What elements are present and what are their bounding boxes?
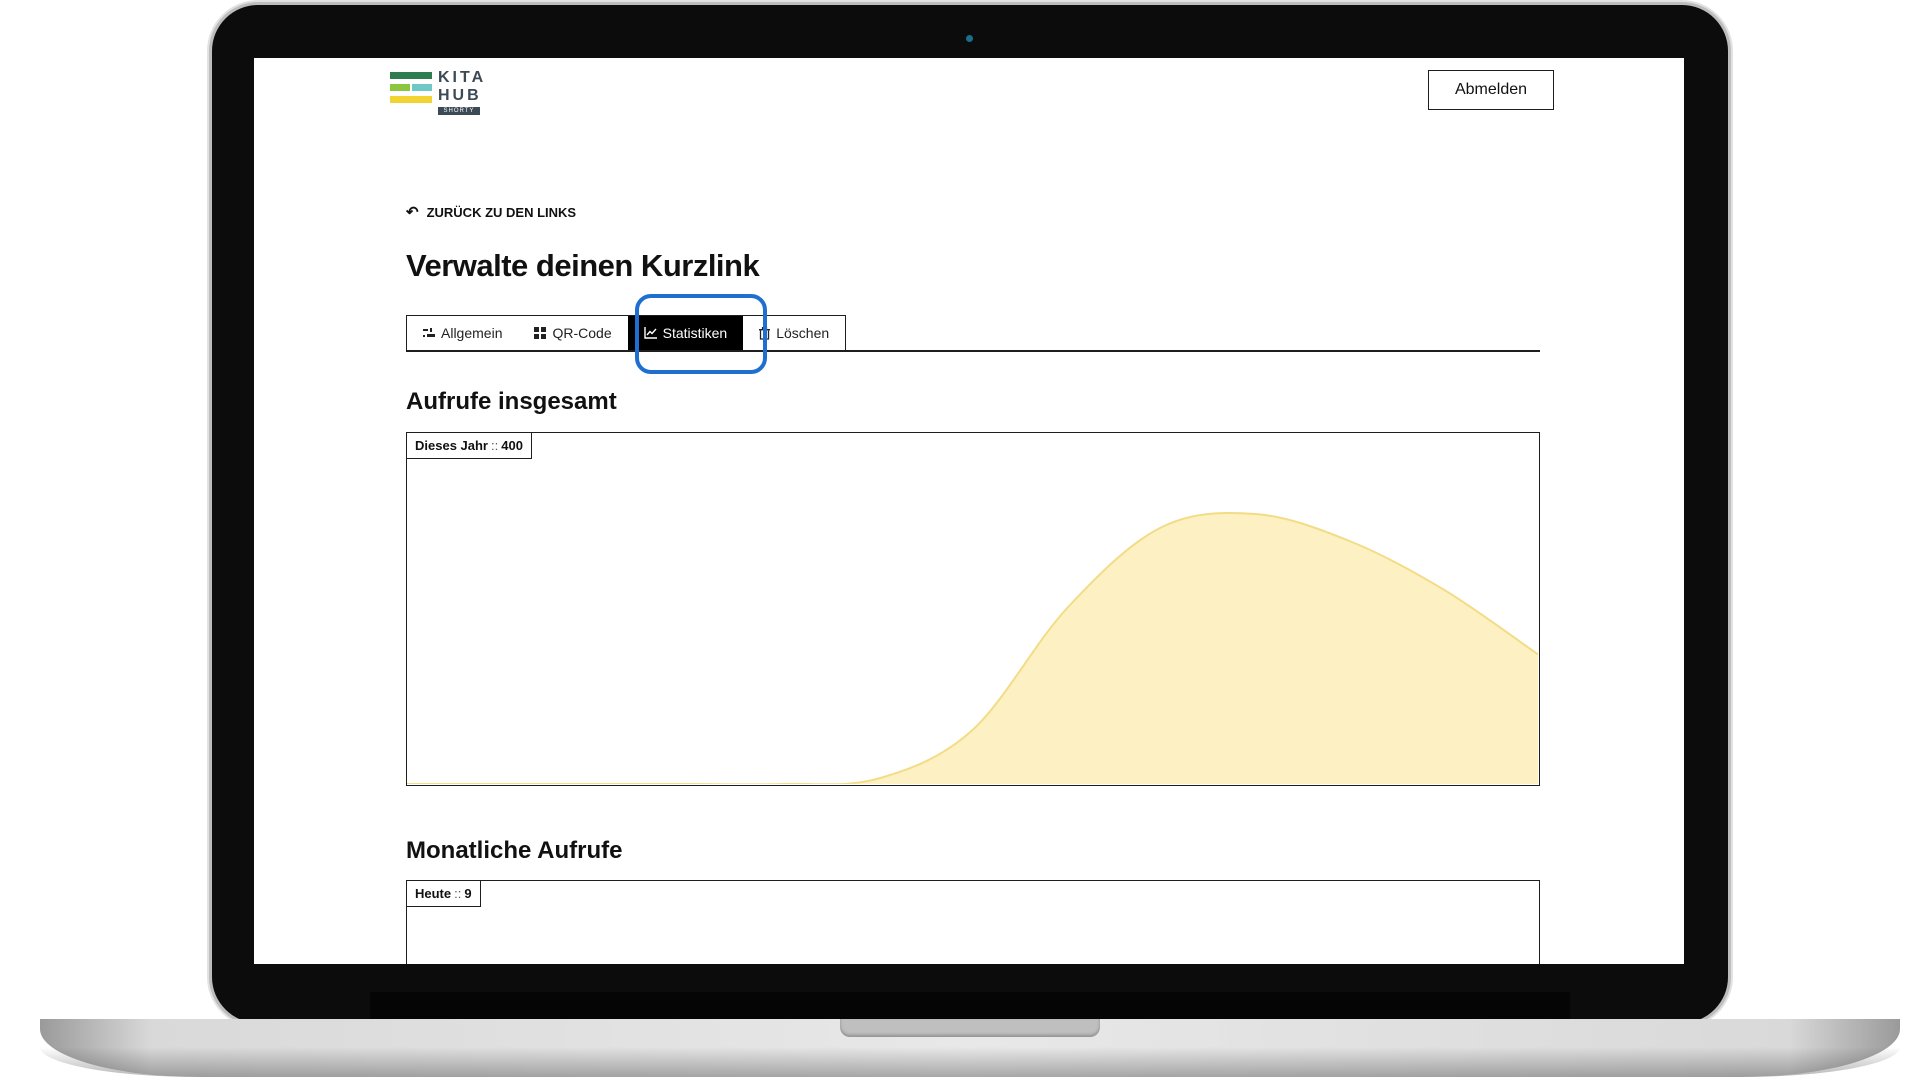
- logout-button[interactable]: Abmelden: [1428, 70, 1554, 110]
- year-views-badge: Dieses Jahr:: 400: [407, 433, 532, 459]
- camera-dot: [966, 35, 973, 42]
- logo-text-kita: KITA: [438, 69, 487, 86]
- laptop-base-shadow: [40, 1047, 1900, 1077]
- monthly-views-chart: Heute:: 9: [406, 880, 1540, 964]
- statistics-tab-highlight: [635, 294, 767, 374]
- logo-text-hub: HUB: [438, 87, 482, 104]
- back-link-label: ZURÜCK ZU DEN LINKS: [426, 204, 577, 220]
- laptop-hinge: [370, 992, 1570, 1020]
- back-arrow-icon: ↶: [406, 204, 419, 221]
- total-views-chart: Dieses Jahr:: 400: [406, 432, 1540, 786]
- area-chart: [407, 511, 1538, 784]
- logo-bar-teal: [412, 84, 432, 91]
- tab-allgemein[interactable]: Allgemein: [407, 316, 518, 350]
- back-to-links-link[interactable]: ↶ ZURÜCK ZU DEN LINKS: [406, 203, 576, 221]
- badge-label: Dieses Jahr: [415, 438, 488, 453]
- tab-label: QR-Code: [552, 325, 612, 341]
- badge-separator: ::: [454, 886, 462, 901]
- today-views-badge: Heute:: 9: [407, 881, 481, 907]
- badge-value: 9: [464, 886, 472, 901]
- badge-value: 400: [501, 438, 523, 453]
- tab-label: Allgemein: [441, 325, 503, 341]
- logo-bar-green: [390, 72, 432, 79]
- section-title-monthly-views: Monatliche Aufrufe: [406, 837, 623, 864]
- badge-separator: ::: [491, 438, 499, 453]
- screen: KITA HUB SHORTY Abmelden ↶ ZURÜCK ZU DEN…: [254, 58, 1684, 964]
- qr-grid-icon: [534, 327, 547, 339]
- tab-qr-code[interactable]: QR-Code: [518, 316, 627, 350]
- tab-bar: Allgemein QR-Code Statistiken Löschen: [406, 315, 847, 351]
- tab-underline: [406, 350, 1540, 352]
- kita-hub-logo[interactable]: KITA HUB SHORTY: [390, 70, 486, 116]
- area-series-fill: [407, 512, 1538, 784]
- section-title-total-views: Aufrufe insgesamt: [406, 388, 617, 415]
- tab-label: Löschen: [776, 325, 830, 341]
- badge-label: Heute: [415, 886, 452, 901]
- sliders-icon: [423, 328, 435, 337]
- logo-bar-lightgreen: [390, 84, 410, 91]
- page-title: Verwalte deinen Kurzlink: [406, 248, 760, 283]
- logo-bar-yellow: [390, 96, 432, 103]
- logo-subtext: SHORTY: [438, 107, 480, 115]
- laptop-notch: [840, 1019, 1100, 1037]
